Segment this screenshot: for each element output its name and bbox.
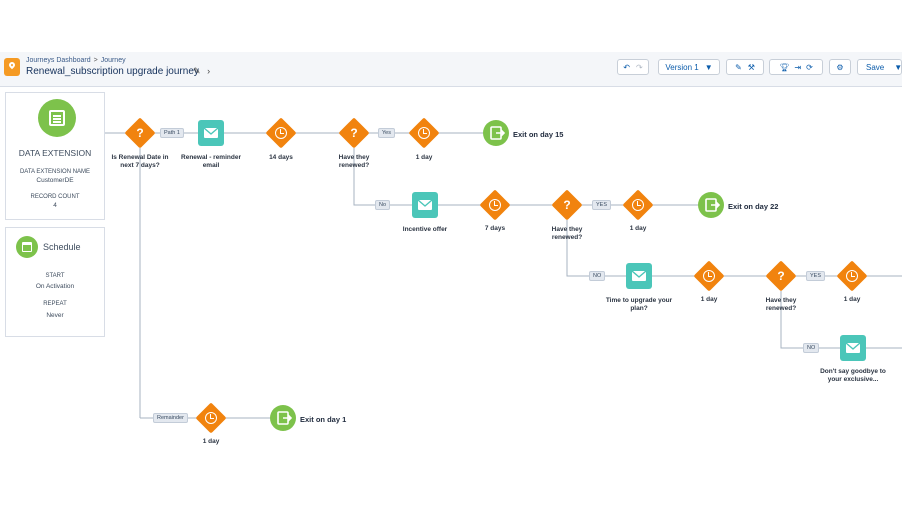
envelope-icon (203, 127, 219, 138)
decision-label-renewal-date: Is Renewal Date in next 7 days? (111, 154, 169, 170)
wait-label-1-day-1: 1 day (415, 154, 433, 161)
exit-node-day-15[interactable] (483, 120, 509, 146)
clock-icon (275, 127, 287, 139)
wait-label-1-day-2: 1 day (629, 225, 647, 232)
schedule-start-value: On Activation (35, 283, 75, 290)
schedule-panel[interactable]: Schedule START On Activation REPEAT Neve… (5, 227, 105, 337)
email-label-incentive-offer: Incentive offer (402, 226, 448, 233)
wait-activity-1-day-3[interactable] (693, 260, 725, 292)
question-icon: ? (350, 126, 358, 140)
wait-label-1-day-remainder: 1 day (202, 438, 220, 445)
wait-activity-1-day-remainder[interactable] (195, 402, 227, 434)
calendar-icon (16, 236, 38, 258)
wait-label-7-days: 7 days (484, 225, 506, 232)
schedule-heading: Schedule (43, 242, 81, 252)
exit-icon (277, 411, 293, 425)
wait-label-1-day-4: 1 day (843, 296, 861, 303)
envelope-icon (417, 199, 433, 210)
exit-icon (490, 126, 506, 140)
clock-icon (205, 412, 217, 424)
clock-icon (703, 270, 715, 282)
path-label-no-2: NO (589, 271, 606, 281)
question-icon: ? (777, 269, 785, 283)
email-activity-renewal-reminder[interactable] (198, 120, 224, 146)
wait-activity-7-days[interactable] (479, 189, 511, 221)
data-extension-name-value: CustomerDE (36, 177, 74, 184)
wait-activity-14-days[interactable] (265, 117, 297, 149)
exit-node-day-22[interactable] (698, 192, 724, 218)
journey-connectors (104, 132, 902, 419)
email-activity-incentive-offer[interactable] (412, 192, 438, 218)
question-icon: ? (136, 126, 144, 140)
schedule-start-label: START (45, 273, 65, 279)
record-count-value: 4 (53, 202, 57, 209)
path-label-path1: Path 1 (160, 128, 184, 138)
exit-label-day-22: Exit on day 22 (728, 202, 779, 211)
data-extension-source[interactable]: DATA EXTENSION DATA EXTENSION NAME Custo… (5, 92, 105, 220)
envelope-icon (631, 270, 647, 281)
decision-split-renewed-3[interactable]: ? (765, 260, 797, 292)
decision-split-renewed-1[interactable]: ? (338, 117, 370, 149)
email-label-dont-say-goodbye: Don't say goodbye to your exclusive... (820, 368, 886, 384)
email-activity-upgrade-plan[interactable] (626, 263, 652, 289)
wait-activity-1-day-2[interactable] (622, 189, 654, 221)
record-count-label: RECORD COUNT (30, 194, 80, 200)
schedule-repeat-label: REPEAT (43, 301, 67, 307)
decision-label-renewed-2: Have they renewed? (551, 226, 583, 242)
wait-activity-1-day-1[interactable] (408, 117, 440, 149)
email-label-renewal-reminder: Renewal - reminder email (181, 154, 241, 170)
clock-icon (632, 199, 644, 211)
question-icon: ? (563, 198, 571, 212)
path-label-no-3: NO (803, 343, 820, 353)
decision-label-renewed-3: Have they renewed? (765, 297, 797, 313)
exit-icon (705, 198, 721, 212)
list-icon (38, 99, 76, 137)
path-label-yes-2: YES (592, 200, 612, 210)
data-extension-name-label: DATA EXTENSION NAME (19, 169, 91, 175)
email-activity-dont-say-goodbye[interactable] (840, 335, 866, 361)
decision-split-renewal-date[interactable]: ? (124, 117, 156, 149)
decision-label-renewed-1: Have they renewed? (338, 154, 370, 170)
exit-label-day-1: Exit on day 1 (300, 415, 347, 424)
wait-label-1-day-3: 1 day (700, 296, 718, 303)
email-label-upgrade-plan: Time to upgrade your plan? (605, 297, 673, 313)
path-label-yes-3: YES (806, 271, 826, 281)
data-extension-heading: DATA EXTENSION (18, 148, 92, 158)
decision-split-renewed-2[interactable]: ? (551, 189, 583, 221)
path-label-no-1: No (375, 200, 391, 210)
envelope-icon (845, 342, 861, 353)
wait-label-14-days: 14 days (269, 154, 293, 161)
clock-icon (846, 270, 858, 282)
clock-icon (489, 199, 501, 211)
wait-activity-1-day-4[interactable] (836, 260, 868, 292)
path-label-yes-1: Yes (378, 128, 395, 138)
path-label-remainder: Remainder (153, 413, 188, 423)
exit-label-day-15: Exit on day 15 (513, 130, 564, 139)
clock-icon (418, 127, 430, 139)
exit-node-day-1[interactable] (270, 405, 296, 431)
schedule-repeat-value: Never (46, 312, 64, 319)
